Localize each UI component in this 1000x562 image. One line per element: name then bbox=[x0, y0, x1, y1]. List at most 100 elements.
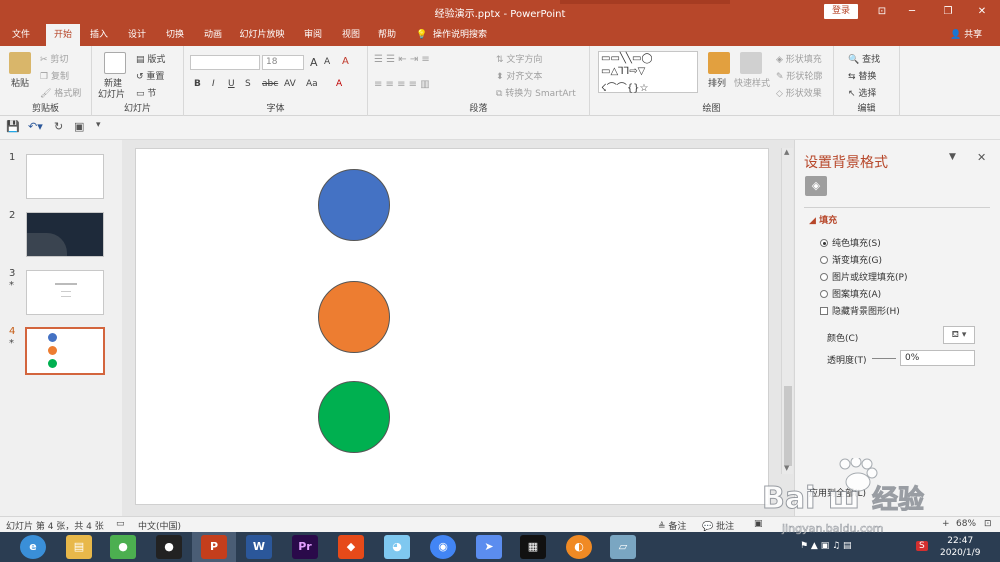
replace-button[interactable]: ⇆ 替换 bbox=[848, 69, 876, 82]
login-button[interactable]: 登录 bbox=[824, 4, 858, 19]
shape-icons-row2[interactable]: ▭△⅂⅂⇨▽ bbox=[601, 66, 645, 77]
feishu-taskbar-icon[interactable]: ➤ bbox=[476, 535, 502, 559]
hide-bg-graphics-option[interactable]: 隐藏背景图形(H) bbox=[820, 304, 900, 317]
word-taskbar-icon[interactable]: W bbox=[246, 535, 272, 559]
gradient-fill-radio[interactable] bbox=[820, 256, 828, 264]
pattern-fill-radio[interactable] bbox=[820, 290, 828, 298]
orange-app-taskbar-icon[interactable]: ◐ bbox=[566, 535, 592, 559]
tell-me-search[interactable]: 💡 操作说明搜索 bbox=[416, 24, 487, 46]
format-painter-button[interactable]: 🖌 格式刷 bbox=[40, 86, 81, 99]
text-direction-button[interactable]: ⇅ 文字方向 bbox=[496, 52, 542, 65]
green-circle[interactable] bbox=[318, 381, 390, 453]
tab-animations[interactable]: 动画 bbox=[198, 24, 228, 46]
italic-button[interactable]: I bbox=[212, 79, 215, 89]
fit-slide-icon[interactable]: ⊡ bbox=[984, 519, 992, 529]
scroll-up-icon[interactable]: ▲ bbox=[784, 148, 789, 156]
hide-bg-graphics-checkbox[interactable] bbox=[820, 307, 828, 315]
tab-help[interactable]: 帮助 bbox=[372, 24, 402, 46]
copy-button[interactable]: ❐ 复制 bbox=[40, 69, 69, 82]
file-explorer-taskbar-icon[interactable]: ▤ bbox=[66, 535, 92, 559]
quick-styles-icon[interactable] bbox=[740, 52, 762, 74]
shape-fill-button[interactable]: ◈ 形状填充 bbox=[776, 52, 822, 65]
pane-options-icon[interactable]: ▼ bbox=[949, 152, 956, 162]
share-button[interactable]: 👤 共享 bbox=[950, 24, 982, 46]
section-button[interactable]: ▭ 节 bbox=[136, 86, 156, 99]
picture-fill-option[interactable]: 图片或纹理填充(P) bbox=[820, 270, 907, 283]
gradient-fill-option[interactable]: 渐变填充(G) bbox=[820, 253, 882, 266]
ribbon-display-icon[interactable]: ⊡ bbox=[874, 4, 890, 20]
align-icons[interactable]: ≡ ≡ ≡ ≡ ▥ bbox=[374, 79, 430, 90]
system-tray-icons[interactable]: ⚑ ▲ ▣ ♫ ▤ bbox=[800, 541, 852, 551]
browser-taskbar-icon[interactable]: e bbox=[20, 535, 46, 559]
shape-effects-button[interactable]: ◇ 形状效果 bbox=[776, 86, 822, 99]
shape-icons-row1[interactable]: ▭▭╲╲▭◯ bbox=[601, 53, 653, 64]
arrange-button[interactable]: 排列 bbox=[708, 76, 726, 89]
change-case-button[interactable]: Aa bbox=[306, 79, 318, 89]
blue-circle[interactable] bbox=[318, 169, 390, 241]
paste-button[interactable]: 粘贴 bbox=[11, 76, 29, 89]
zoom-level[interactable]: 68% bbox=[956, 519, 976, 529]
tab-insert[interactable]: 插入 bbox=[84, 24, 114, 46]
comments-button[interactable]: 💬 批注 bbox=[702, 519, 734, 532]
tab-view[interactable]: 视图 bbox=[336, 24, 366, 46]
customize-qat-icon[interactable]: ▾ bbox=[96, 120, 101, 130]
powerpoint-taskbar-icon[interactable]: P bbox=[201, 535, 227, 559]
cut-button[interactable]: ✂ 剪切 bbox=[40, 52, 68, 65]
shadow-button[interactable]: S bbox=[245, 79, 251, 89]
notes-button[interactable]: ≜ 备注 bbox=[658, 519, 686, 532]
chrome-taskbar-icon[interactable]: ◉ bbox=[430, 535, 456, 559]
qq-taskbar-icon[interactable]: ● bbox=[156, 535, 182, 559]
save-icon[interactable]: 💾 bbox=[6, 120, 20, 133]
tab-design[interactable]: 设计 bbox=[122, 24, 152, 46]
font-size-box[interactable]: 18 bbox=[262, 55, 304, 70]
layout-button[interactable]: ▤ 版式 bbox=[136, 52, 165, 65]
shapes-gallery[interactable]: ▭▭╲╲▭◯ ▭△⅂⅂⇨▽ ☇⌒⌒{}☆ bbox=[598, 51, 698, 94]
close-button[interactable]: ✕ bbox=[974, 4, 990, 20]
clear-format-button[interactable]: A bbox=[342, 56, 349, 67]
fill-category-icon[interactable]: ◈ bbox=[805, 176, 827, 196]
slide-thumbnail-4[interactable] bbox=[25, 327, 105, 375]
paste-icon[interactable] bbox=[9, 52, 31, 74]
redo-icon[interactable]: ↻ bbox=[54, 120, 63, 133]
language-label[interactable]: 中文(中国) bbox=[138, 519, 181, 532]
sogou-input-icon[interactable]: S bbox=[916, 541, 928, 551]
accessibility-icon[interactable]: ▭ bbox=[116, 519, 125, 529]
undo-icon[interactable]: ↶▾ bbox=[28, 120, 43, 133]
scrollbar-thumb[interactable] bbox=[784, 386, 792, 466]
slide-thumbnail-3[interactable] bbox=[26, 270, 104, 315]
color-picker-button[interactable]: ⛾ ▾ bbox=[943, 326, 975, 344]
tab-slideshow[interactable]: 幻灯片放映 bbox=[236, 24, 288, 46]
align-text-button[interactable]: ⬍ 对齐文本 bbox=[496, 69, 542, 82]
current-slide[interactable] bbox=[135, 148, 769, 505]
font-color-button[interactable]: A bbox=[336, 79, 342, 89]
transparency-input[interactable]: 0% bbox=[900, 350, 975, 366]
premiere-taskbar-icon[interactable]: Pr bbox=[292, 535, 318, 559]
underline-button[interactable]: U bbox=[228, 79, 235, 89]
slide-thumbnail-2[interactable] bbox=[26, 212, 104, 257]
pane-close-icon[interactable]: ✕ bbox=[977, 151, 986, 164]
orange-circle[interactable] bbox=[318, 281, 390, 353]
tab-file[interactable]: 文件 bbox=[6, 24, 36, 46]
strikethrough-button[interactable]: abc bbox=[262, 79, 278, 89]
video-editor-taskbar-icon[interactable]: ▦ bbox=[520, 535, 546, 559]
shrink-font-button[interactable]: A bbox=[324, 57, 330, 67]
notes-app-taskbar-icon[interactable]: ▱ bbox=[610, 535, 636, 559]
tab-review[interactable]: 审阅 bbox=[298, 24, 328, 46]
fill-section-header[interactable]: ◢ 填充 bbox=[809, 213, 837, 226]
bold-button[interactable]: B bbox=[194, 79, 201, 89]
taskbar-clock[interactable]: 22:47 2020/1/9 bbox=[940, 535, 980, 559]
char-spacing-button[interactable]: AV bbox=[284, 79, 296, 89]
start-from-beginning-icon[interactable]: ▣ bbox=[74, 120, 84, 133]
solid-fill-option[interactable]: 纯色填充(S) bbox=[820, 236, 881, 249]
bullets-icon[interactable]: ☰ ☰ ⇤ ⇥ ≡ bbox=[374, 54, 430, 65]
cloud-app-taskbar-icon[interactable]: ◕ bbox=[384, 535, 410, 559]
new-slide-icon[interactable] bbox=[104, 52, 126, 74]
wps-taskbar-icon[interactable]: ◆ bbox=[338, 535, 364, 559]
minimize-button[interactable]: ─ bbox=[904, 4, 920, 20]
tab-transitions[interactable]: 切换 bbox=[160, 24, 190, 46]
picture-fill-radio[interactable] bbox=[820, 273, 828, 281]
reset-button[interactable]: ↺ 重置 bbox=[136, 69, 164, 82]
slide-thumbnail-1[interactable] bbox=[26, 154, 104, 199]
restore-button[interactable]: ❐ bbox=[940, 4, 956, 20]
font-name-box[interactable] bbox=[190, 55, 260, 70]
